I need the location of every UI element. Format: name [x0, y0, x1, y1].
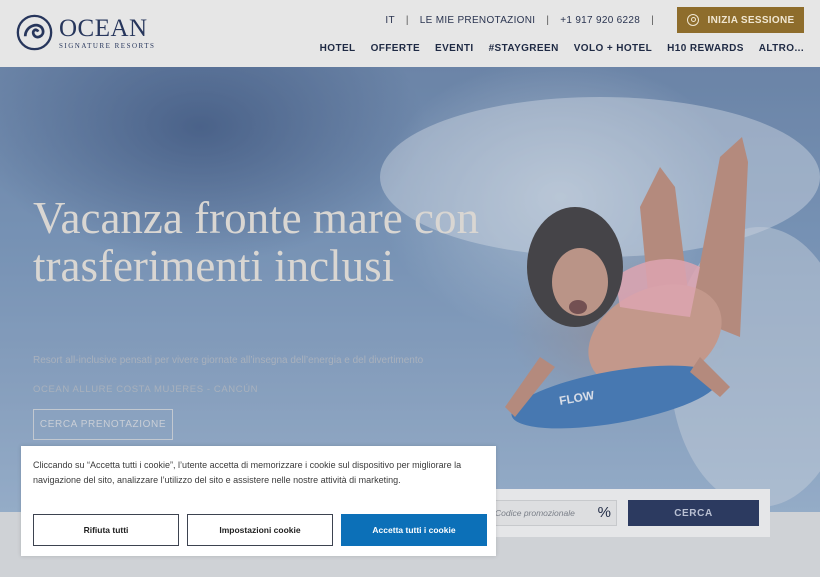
divider: | [405, 14, 409, 26]
search-booking-button[interactable]: CERCA PRENOTAZIONE [33, 409, 173, 440]
promo-code-input[interactable]: Codice promozionale % [488, 500, 617, 526]
main-nav: HOTEL OFFERTE EVENTI #STAYGREEN VOLO + H… [305, 43, 804, 54]
brand-tagline: SIGNATURE RESORTS [59, 41, 156, 50]
nav-item-events[interactable]: EVENTI [435, 43, 474, 54]
cookie-banner: Cliccando su “Accetta tutti i cookie”, l… [21, 446, 496, 556]
ocean-logo-icon [16, 14, 53, 51]
nav-item-rewards[interactable]: H10 REWARDS [667, 43, 744, 54]
language-selector[interactable]: IT [385, 15, 395, 26]
accept-all-button[interactable]: Accetta tutti i cookie [341, 514, 487, 546]
brand-name: OCEAN [59, 14, 148, 42]
nav-item-hotel[interactable]: HOTEL [320, 43, 356, 54]
nav-item-flight-hotel[interactable]: VOLO + HOTEL [574, 43, 652, 54]
brand-logo[interactable]: OCEAN SIGNATURE RESORTS [16, 14, 155, 51]
reject-all-button[interactable]: Rifiuta tutti [33, 514, 179, 546]
promo-code-placeholder: Codice promozionale [495, 508, 575, 518]
cookie-message: Cliccando su “Accetta tutti i cookie”, l… [33, 460, 462, 485]
divider: | [546, 14, 550, 26]
login-label: INIZIA SESSIONE [707, 14, 795, 26]
top-utility-bar: IT | LE MIE PRENOTAZIONI | +1 917 920 62… [385, 7, 804, 33]
hero-subtitle: Resort all-inclusive pensati per vivere … [33, 355, 424, 366]
percent-icon: % [597, 504, 611, 521]
divider: | [651, 14, 654, 26]
cookie-settings-button[interactable]: Impostazioni cookie [187, 514, 333, 546]
login-button[interactable]: INIZIA SESSIONE [677, 7, 804, 33]
hero-hotel-name: OCEAN ALLURE COSTA MUJERES - CANCÚN [33, 384, 259, 395]
nav-item-offers[interactable]: OFFERTE [371, 43, 420, 54]
hero-title: Vacanza fronte mare con trasferimenti in… [33, 193, 479, 291]
user-icon [686, 14, 699, 26]
nav-item-more[interactable]: ALTRO... [759, 43, 804, 54]
nav-item-staygreen[interactable]: #STAYGREEN [489, 43, 559, 54]
search-button[interactable]: CERCA [628, 500, 759, 526]
phone-link[interactable]: +1 917 920 6228 [560, 15, 640, 26]
site-header: OCEAN SIGNATURE RESORTS IT | LE MIE PREN… [0, 0, 820, 67]
my-bookings-link[interactable]: LE MIE PRENOTAZIONI [420, 15, 536, 26]
